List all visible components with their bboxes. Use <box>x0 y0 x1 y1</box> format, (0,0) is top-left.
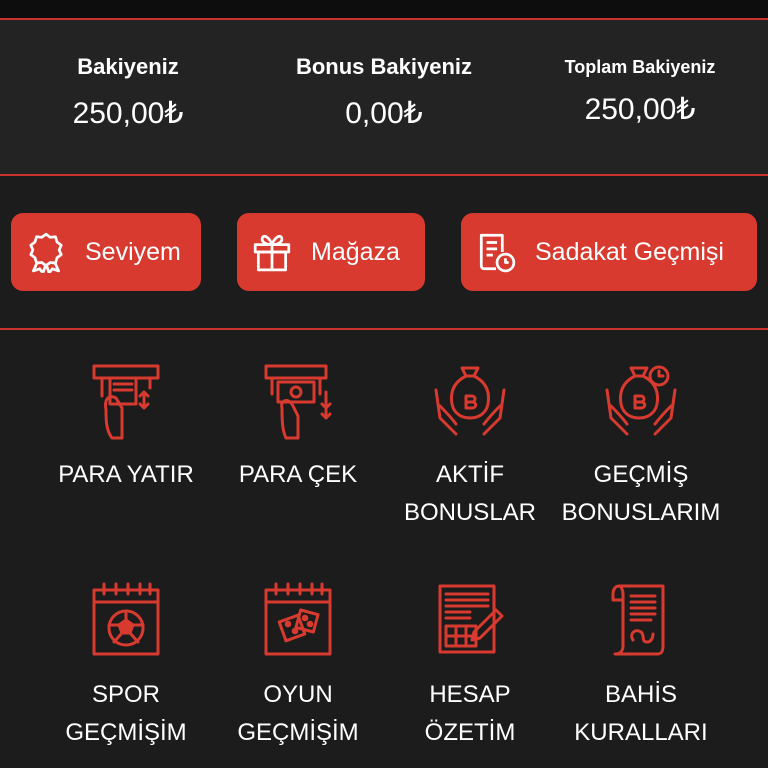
badge-icon <box>29 232 63 273</box>
withdraw-icon <box>264 364 332 440</box>
spor-gecmisim-label-2: GEÇMİŞİM <box>65 719 187 746</box>
gecmis-bonuslarim-tile[interactable]: GEÇMİŞ BONUSLARIM <box>556 360 726 532</box>
gift-icon <box>253 234 291 272</box>
deposit-icon <box>92 364 160 440</box>
para-yatir-label: PARA YATIR <box>58 461 194 488</box>
magaza-label: Mağaza <box>311 237 400 266</box>
magaza-button[interactable]: Mağaza <box>237 213 425 291</box>
aktif-bonuslar-label-2: BONUSLAR <box>403 499 537 526</box>
money-bag-history-icon <box>605 365 677 436</box>
gecmis-bonuslarim-label-2: BONUSLARIM <box>561 499 721 526</box>
rules-document-icon <box>611 584 665 656</box>
total-balance-label: Toplam Bakiyeniz <box>564 57 716 77</box>
oyun-gecmisim-label-2: GEÇMİŞİM <box>237 719 359 746</box>
para-yatir-tile[interactable]: PARA YATIR <box>41 360 211 494</box>
spor-gecmisim-tile[interactable]: SPOR GEÇMİŞİM <box>41 580 211 752</box>
balance-total: Toplam Bakiyeniz 250,00₺ <box>540 54 740 128</box>
para-cek-label: PARA ÇEK <box>238 461 358 488</box>
total-balance-value: 250,00₺ <box>584 93 696 126</box>
divider-balances <box>0 174 768 176</box>
para-cek-tile[interactable]: PARA ÇEK <box>213 360 383 494</box>
calendar-soccer-icon <box>92 582 160 656</box>
money-bag-hands-icon <box>434 366 506 436</box>
sadakat-gecmisi-label: Sadakat Geçmişi <box>535 237 724 266</box>
seviyem-button[interactable]: Seviyem <box>11 213 201 291</box>
aktif-bonuslar-tile[interactable]: AKTİF BONUSLAR <box>385 360 555 532</box>
oyun-gecmisim-tile[interactable]: OYUN GEÇMİŞİM <box>213 580 383 752</box>
hesap-ozetim-tile[interactable]: HESAP ÖZETİM <box>385 580 555 752</box>
document-clock-icon <box>479 233 516 273</box>
divider-buttons <box>0 328 768 330</box>
top-strip <box>0 0 768 18</box>
hesap-ozetim-label: HESAP <box>429 681 511 708</box>
sadakat-gecmisi-button[interactable]: Sadakat Geçmişi <box>461 213 757 291</box>
bonus-balance-value: 0,00₺ <box>345 97 423 130</box>
bonus-balance-label: Bonus Bakiyeniz <box>295 54 473 79</box>
balance-panel: Bakiyeniz 250,00₺ Bonus Bakiyeniz 0,00₺ … <box>0 20 768 174</box>
bahis-kurallari-label-2: KURALLARI <box>574 719 708 746</box>
spor-gecmisim-label: SPOR <box>91 681 160 708</box>
bahis-kurallari-tile[interactable]: BAHİS KURALLARI <box>556 580 726 752</box>
aktif-bonuslar-label: AKTİF <box>435 461 504 488</box>
seviyem-label: Seviyem <box>85 237 181 266</box>
account-summary-icon <box>438 584 504 654</box>
balance-bonus: Bonus Bakiyeniz 0,00₺ <box>274 54 494 132</box>
hesap-ozetim-label-2: ÖZETİM <box>424 719 516 746</box>
balance-value: 250,00₺ <box>72 97 184 130</box>
balance-label: Bakiyeniz <box>77 54 179 79</box>
oyun-gecmisim-label: OYUN <box>263 681 333 708</box>
calendar-dice-icon <box>264 582 332 656</box>
gecmis-bonuslarim-label: GEÇMİŞ <box>593 461 689 488</box>
balance-main: Bakiyeniz 250,00₺ <box>28 54 228 132</box>
bahis-kurallari-label: BAHİS <box>604 681 678 708</box>
